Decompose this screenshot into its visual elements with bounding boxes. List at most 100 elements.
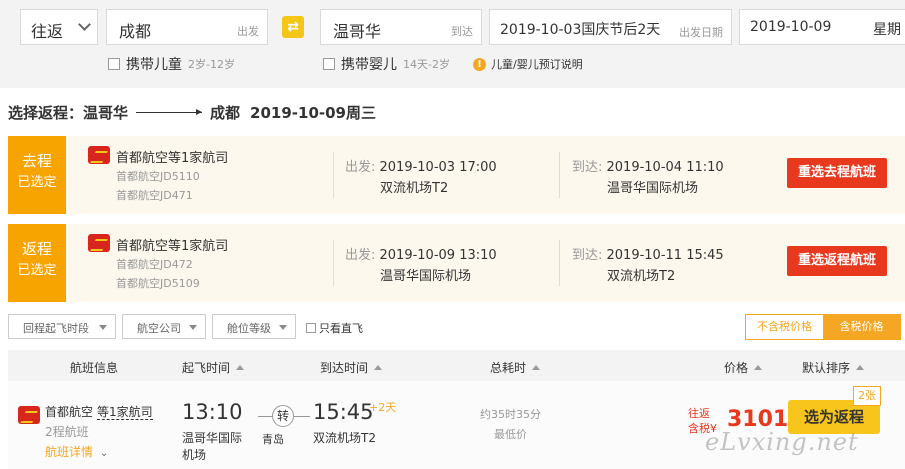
return-tag: 返程 已选定	[8, 224, 66, 302]
return-airline: 首都航空等1家航司	[116, 239, 229, 254]
filter-bar: 回程起飞时段 航空公司 舱位等级 只看直飞 不含税价格 含税价格	[8, 314, 905, 342]
return-flight-1: 首都航空JD472	[116, 258, 193, 271]
route-date: 2019-10-09周三	[250, 104, 376, 122]
airline-dropdown[interactable]: 航空公司	[122, 314, 206, 339]
result-depart-time: 13:10	[182, 400, 243, 424]
return-depart-time: 2019-10-09 13:10	[379, 248, 497, 263]
from-city-input[interactable]: 成都 出发	[106, 9, 268, 45]
reselect-return-button[interactable]: 重选返程航班	[787, 246, 887, 276]
time-slot-dropdown[interactable]: 回程起飞时段	[8, 314, 116, 339]
reselect-outbound-button[interactable]: 重选去程航班	[787, 158, 887, 188]
swap-cities-icon[interactable]: ⇄	[282, 16, 304, 38]
depart-date-value: 2019-10-03国庆节后2天	[500, 22, 661, 38]
airline-filter-label: 航空公司	[137, 322, 181, 335]
outbound-flight-1: 首都航空JD5110	[116, 170, 200, 183]
airline-logo-icon	[88, 146, 110, 164]
depart-date-input[interactable]: 2019-10-03国庆节后2天 出发日期	[489, 9, 732, 45]
depart-date-hint: 出发日期	[679, 26, 723, 39]
route-from: 温哥华	[83, 104, 129, 122]
booking-note-link[interactable]: ! 儿童/婴儿预订说明	[473, 56, 583, 72]
return-arrive-airport: 双流机场T2	[607, 269, 676, 284]
chevron-down-icon: ⌄	[99, 448, 109, 459]
result-airline-more[interactable]: 等1家航司	[97, 405, 153, 420]
tab-price-incl-tax[interactable]: 含税价格	[823, 315, 900, 339]
return-date-value: 2019-10-09	[750, 19, 832, 35]
watermark: eLvxing.net	[705, 428, 859, 456]
time-slot-label: 回程起飞时段	[23, 322, 89, 335]
seats-left-badge: 2张	[853, 386, 881, 406]
direct-only-label: 只看直飞	[319, 322, 363, 335]
outbound-arrive: 到达: 2019-10-04 11:10	[572, 156, 724, 175]
to-city-input[interactable]: 温哥华 到达	[320, 9, 482, 45]
route-to: 成都	[210, 104, 241, 122]
tab-price-excl-tax[interactable]: 不含税价格	[746, 315, 823, 339]
outbound-airline: 首都航空等1家航司	[116, 151, 229, 166]
direct-only-toggle[interactable]: 只看直飞	[306, 320, 363, 336]
outbound-tag-state: 已选定	[17, 175, 57, 190]
return-date-input[interactable]: 2019-10-09 星期	[739, 9, 905, 45]
outbound-tag: 去程 已选定	[8, 136, 66, 214]
outbound-arrive-airport: 温哥华国际机场	[607, 181, 699, 196]
cabin-dropdown[interactable]: 舱位等级	[212, 314, 296, 339]
header-depart-time[interactable]: 起飞时间	[182, 359, 245, 376]
result-arrive-airport: 双流机场T2	[313, 431, 376, 445]
outbound-depart-airport: 双流机场T2	[380, 181, 449, 196]
price-mode-toggle: 不含税价格 含税价格	[745, 314, 901, 340]
header-flight-info-label: 航班信息	[70, 361, 119, 375]
outbound-tag-label: 去程	[21, 152, 52, 170]
info-icon: !	[473, 57, 486, 71]
return-weekday: 星期	[873, 22, 901, 38]
header-duration[interactable]: 总耗时	[490, 359, 541, 376]
infant-label: 携带婴儿	[341, 57, 397, 73]
header-duration-label: 总耗时	[490, 361, 527, 375]
round-trip-label: 往返	[688, 407, 710, 420]
child-checkbox[interactable]	[108, 58, 120, 70]
return-depart-label: 出发:	[345, 248, 380, 263]
header-flight-info: 航班信息	[70, 359, 118, 376]
route-arrow-icon	[136, 109, 203, 115]
header-sort[interactable]: 默认排序	[802, 359, 865, 376]
infant-checkbox[interactable]	[323, 58, 335, 70]
result-duration: 约35时35分	[480, 408, 541, 421]
return-depart-airport: 温哥华国际机场	[380, 269, 472, 284]
divider	[559, 152, 560, 198]
sort-up-icon	[856, 365, 865, 370]
trip-type-select[interactable]: 往返	[20, 9, 98, 45]
infant-checkbox-row[interactable]: 携带婴儿 14天-2岁	[323, 54, 450, 74]
outbound-depart-label: 出发:	[345, 160, 380, 175]
return-depart: 出发: 2019-10-09 13:10	[345, 244, 497, 263]
outbound-arrive-label: 到达:	[572, 160, 607, 175]
transfer-icon: 转	[272, 405, 294, 427]
header-sort-label: 默认排序	[802, 361, 851, 375]
direct-only-checkbox[interactable]	[306, 323, 316, 333]
result-airline-name: 首都航空	[45, 405, 94, 419]
route-prefix: 选择返程：	[8, 104, 84, 122]
airline-logo-icon	[18, 406, 40, 424]
header-price-label: 价格	[724, 361, 749, 375]
child-label: 携带儿童	[126, 57, 182, 73]
outbound-depart: 出发: 2019-10-03 17:00	[345, 156, 497, 175]
header-price[interactable]: 价格	[724, 359, 763, 376]
result-legs: 2程航班	[45, 425, 89, 439]
booking-note: 儿童/婴儿预订说明	[491, 58, 583, 71]
sort-up-icon	[532, 365, 541, 370]
header-arrive-time[interactable]: 到达时间	[320, 359, 383, 376]
return-tag-label: 返程	[21, 240, 52, 258]
child-checkbox-row[interactable]: 携带儿童 2岁-12岁	[108, 54, 235, 74]
sort-up-icon	[236, 365, 245, 370]
divider	[333, 240, 334, 286]
outbound-flight-2: 首都航空JD471	[116, 189, 193, 202]
divider	[333, 152, 334, 198]
flight-details-link[interactable]: 航班详情 ⌄	[45, 443, 108, 460]
chevron-down-icon	[99, 325, 107, 330]
outbound-depart-time: 2019-10-03 17:00	[379, 160, 497, 175]
return-flight-2: 首都航空JD5109	[116, 277, 200, 290]
route-title: 选择返程： 温哥华 成都 2019-10-09周三	[8, 102, 376, 123]
search-panel: 往返 成都 出发 ⇄ 温哥华 到达 2019-10-03国庆节后2天 出发日期 …	[0, 0, 905, 88]
transfer-city: 青岛	[262, 433, 284, 446]
result-airline: 首都航空 等1家航司	[45, 403, 153, 420]
lowest-price-badge: 最低价	[494, 428, 527, 441]
divider	[559, 240, 560, 286]
chevron-down-icon	[189, 325, 197, 330]
sort-up-icon	[374, 365, 383, 370]
